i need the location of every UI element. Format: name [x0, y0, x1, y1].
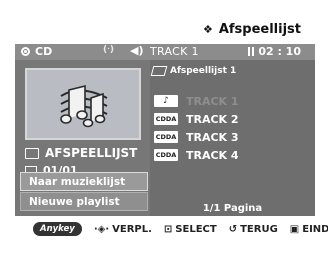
- popup-menu: Naar muzieklijst Nieuwe playlist: [20, 172, 148, 212]
- playlist-header: Afspeellijst 1: [150, 60, 315, 82]
- list-item[interactable]: CDDA TRACK 4: [154, 146, 239, 164]
- playlist-folder: AFSPEELLIJST: [25, 146, 137, 160]
- list-item[interactable]: CDDA TRACK 3: [154, 128, 239, 146]
- end-hint: ▣ EINDE: [290, 224, 328, 235]
- pause-icon: [248, 47, 255, 56]
- playlist-icon: ❖: [202, 23, 213, 36]
- list-item[interactable]: ♪ TRACK 1: [154, 92, 239, 110]
- page-title-text: Afspeellijst: [218, 22, 301, 37]
- footer-bar: Anykey ·◈· VERPL. ⊡ SELECT ↺ TERUG ▣ EIN…: [15, 216, 328, 242]
- select-hint: ⊡ SELECT: [164, 224, 217, 235]
- playback-time: 02 : 10: [248, 45, 301, 58]
- audio-indicator: (ᐧ): [103, 45, 115, 55]
- playlist-screen: ❖ Afspeellijst CD (ᐧ) ◀) TRACK 1 02 : 10: [0, 0, 328, 256]
- music-thumbnail: [25, 68, 141, 140]
- playlist-title: Afspeellijst 1: [170, 66, 237, 76]
- select-icon: ⊡: [163, 223, 173, 235]
- disc-indicator: CD: [21, 45, 52, 58]
- menu-item-naar-muzieklijst[interactable]: Naar muzieklijst: [20, 172, 148, 191]
- move-label: VERPL.: [112, 223, 152, 235]
- disc-type: CD: [35, 45, 53, 58]
- status-bar: CD (ᐧ) ◀) TRACK 1 02 : 10: [15, 44, 315, 60]
- track-label: TRACK 3: [186, 130, 239, 144]
- folder-label: AFSPEELLIJST: [45, 146, 138, 160]
- track-label: TRACK 1: [186, 94, 239, 108]
- page-indicator: 1/1 Pagina: [202, 203, 263, 214]
- cdda-badge: CDDA: [154, 149, 178, 161]
- back-hint: ↺ TERUG: [229, 224, 278, 235]
- move-hint: ·◈· VERPL.: [94, 224, 152, 235]
- current-track: TRACK 1: [150, 45, 199, 58]
- cdda-badge: CDDA: [154, 113, 178, 125]
- music-note-icon: ♪: [154, 95, 178, 107]
- return-icon: ↺: [228, 223, 238, 235]
- select-label: SELECT: [175, 223, 217, 235]
- anykey-button[interactable]: Anykey: [33, 222, 82, 236]
- track-label: TRACK 4: [186, 148, 239, 162]
- list-item[interactable]: CDDA TRACK 2: [154, 110, 239, 128]
- header: ❖ Afspeellijst: [15, 18, 315, 44]
- speaker-icon: ◀): [130, 44, 144, 57]
- back-label: TERUG: [240, 223, 278, 235]
- time-value: 02 : 10: [258, 45, 301, 58]
- right-panel: Afspeellijst 1 ♪ TRACK 1 CDDA TRACK 2 CD…: [150, 60, 315, 216]
- folder-icon: [25, 147, 39, 159]
- main-body: AFSPEELLIJST 01/01 Naar muzieklijst Nieu…: [15, 60, 315, 216]
- move-arrows-icon: ·◈·: [93, 223, 110, 235]
- track-list: ♪ TRACK 1 CDDA TRACK 2 CDDA TRACK 3 CDDA…: [154, 92, 239, 164]
- music-notes-icon: [60, 84, 108, 128]
- page-title: ❖ Afspeellijst: [203, 22, 301, 37]
- open-folder-icon: [150, 66, 168, 76]
- track-label: TRACK 2: [186, 112, 239, 126]
- left-panel: AFSPEELLIJST 01/01 Naar muzieklijst Nieu…: [15, 60, 150, 216]
- exit-icon: ▣: [289, 223, 300, 235]
- menu-item-nieuwe-playlist[interactable]: Nieuwe playlist: [20, 192, 148, 211]
- disc-icon: [21, 47, 30, 56]
- cdda-badge: CDDA: [154, 131, 178, 143]
- end-label: EINDE: [302, 223, 328, 235]
